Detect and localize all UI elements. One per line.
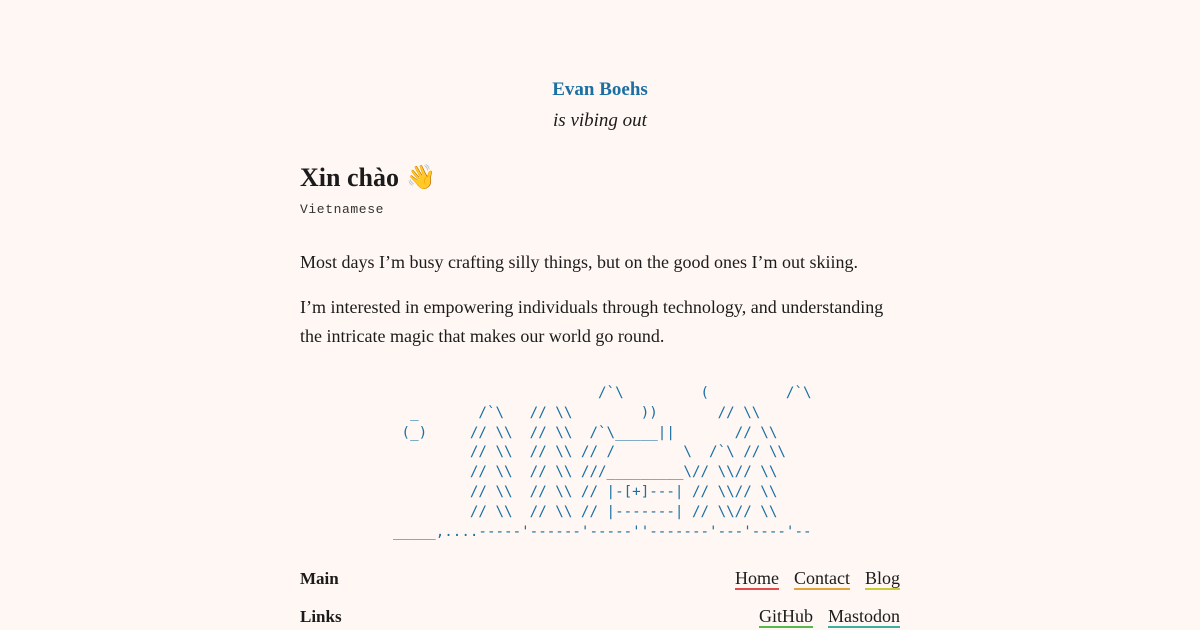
ascii-art-castle-scene: /`\ ( /`\ _ /`\ // \\ )) // \\ (_) // \\… bbox=[393, 385, 812, 540]
nav-link-home[interactable]: Home bbox=[734, 568, 779, 590]
nav-link-github[interactable]: GitHub bbox=[759, 606, 813, 628]
waving-hand-icon: 👋 bbox=[405, 165, 436, 191]
intro-paragraph-2: I’m interested in empowering individuals… bbox=[300, 297, 884, 346]
links-nav-label: Links bbox=[300, 607, 342, 626]
main-content: Xin chào 👋 Vietnamese Most days I’m busy… bbox=[300, 158, 900, 351]
greeting-heading: Xin chào bbox=[300, 163, 399, 192]
links-nav: Links GitHub Mastodon bbox=[300, 604, 900, 630]
main-nav-label: Main bbox=[300, 569, 339, 588]
page: Evan Boehs is vibing out Xin chào 👋 Viet… bbox=[0, 0, 1200, 630]
intro-paragraph-1: Most days I’m busy crafting silly things… bbox=[300, 252, 858, 272]
main-nav-items: Home Contact Blog bbox=[734, 568, 900, 590]
site-tagline: is vibing out bbox=[553, 110, 647, 131]
site-header: Evan Boehs is vibing out bbox=[0, 76, 1200, 134]
links-nav-items: GitHub Mastodon bbox=[759, 606, 900, 628]
nav-link-contact[interactable]: Contact bbox=[793, 568, 850, 590]
greeting-language: Vietnamese bbox=[300, 202, 385, 217]
greeting-row: Xin chào 👋 bbox=[300, 158, 900, 198]
nav-link-mastodon[interactable]: Mastodon bbox=[828, 606, 900, 628]
nav-link-blog[interactable]: Blog bbox=[864, 568, 900, 590]
site-title-link[interactable]: Evan Boehs bbox=[552, 76, 648, 104]
main-nav: Main Home Contact Blog bbox=[300, 566, 900, 592]
